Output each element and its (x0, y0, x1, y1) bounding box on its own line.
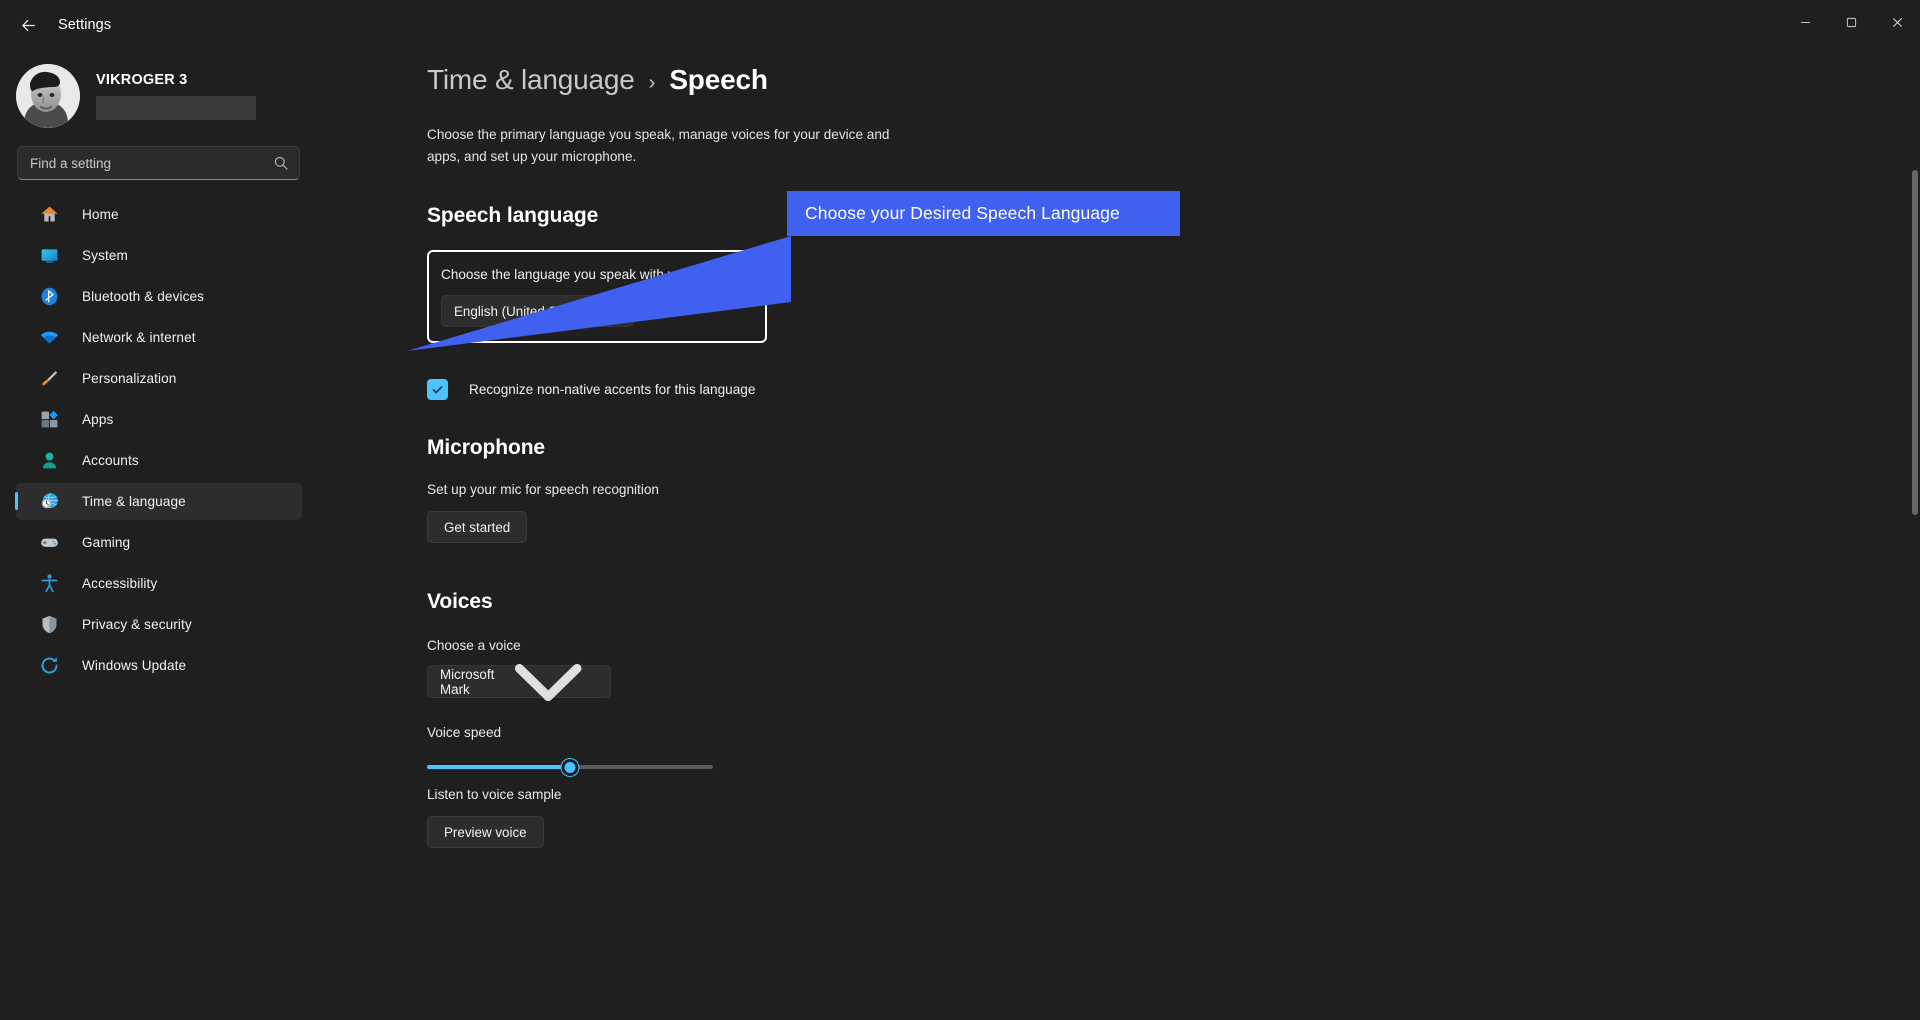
voice-value: Microsoft Mark (440, 666, 495, 697)
checkmark-icon (432, 386, 443, 394)
maximize-button[interactable] (1828, 0, 1874, 44)
accounts-icon (38, 450, 60, 472)
sidebar-item-bluetooth[interactable]: Bluetooth & devices (16, 278, 302, 315)
main-content: Time & language › Speech Choose the prim… (320, 50, 1920, 1020)
sidebar-item-label: Time & language (82, 494, 186, 509)
callout-annotation: Choose your Desired Speech Language (787, 191, 1180, 236)
sidebar-item-label: Accounts (82, 453, 139, 468)
sidebar-nav: Home System Bluetooth & devices Network … (0, 196, 320, 684)
home-icon (38, 204, 60, 226)
page-title: Speech (669, 64, 768, 95)
microphone-heading: Microphone (427, 436, 545, 459)
sidebar-item-accessibility[interactable]: Accessibility (16, 565, 302, 602)
search-icon (274, 156, 288, 170)
sidebar-item-windows-update[interactable]: Windows Update (16, 647, 302, 684)
breadcrumb-parent[interactable]: Time & language (427, 64, 635, 96)
slider-fill (427, 765, 570, 769)
listen-to-voice-sample-label: Listen to voice sample (427, 787, 562, 802)
close-icon (1892, 17, 1902, 27)
minimize-icon (1800, 21, 1810, 23)
sidebar-item-label: Privacy & security (82, 617, 192, 632)
chevron-down-icon (610, 308, 619, 314)
sidebar-item-gaming[interactable]: Gaming (16, 524, 302, 561)
voice-speed-label: Voice speed (427, 725, 502, 740)
preview-voice-button[interactable]: Preview voice (427, 816, 544, 848)
accessibility-icon (38, 573, 60, 595)
sidebar-item-label: System (82, 248, 128, 263)
shield-icon (38, 614, 60, 636)
back-arrow-icon (21, 19, 35, 31)
minimize-button[interactable] (1782, 0, 1828, 44)
gamepad-icon (38, 532, 60, 554)
avatar-photo-icon (16, 64, 80, 128)
voice-speed-slider[interactable] (427, 756, 713, 778)
caption-buttons (1782, 0, 1920, 44)
window-title: Settings (58, 17, 112, 33)
voice-dropdown[interactable]: Microsoft Mark (427, 664, 611, 702)
sidebar-item-label: Network & internet (82, 330, 196, 345)
sidebar-item-label: Apps (82, 412, 114, 427)
speech-language-field-label: Choose the language you speak with your … (441, 267, 738, 282)
breadcrumb: Time & language › Speech (427, 64, 1920, 96)
paintbrush-icon (38, 368, 60, 390)
account-header[interactable]: VIKROGER 3 (0, 50, 320, 132)
speech-language-value: English (United States) (454, 303, 591, 319)
vertical-scrollbar[interactable] (1912, 170, 1918, 515)
sidebar-item-label: Personalization (82, 371, 177, 386)
voices-heading: Voices (427, 590, 493, 613)
search-input[interactable] (18, 155, 299, 171)
sidebar-item-label: Gaming (82, 535, 131, 550)
slider-thumb[interactable] (561, 759, 579, 776)
sidebar-item-home[interactable]: Home (16, 196, 302, 233)
title-bar: Settings (0, 0, 1920, 50)
sidebar-item-personalization[interactable]: Personalization (16, 360, 302, 397)
page-description: Choose the primary language you speak, m… (427, 127, 890, 164)
callout-text: Choose your Desired Speech Language (805, 203, 1120, 223)
apps-icon (38, 409, 60, 431)
recognize-accents-label: Recognize non-native accents for this la… (469, 382, 756, 397)
choose-a-voice-label: Choose a voice (427, 638, 521, 653)
back-button[interactable] (8, 9, 48, 41)
search-box[interactable] (17, 146, 300, 180)
recognize-accents-checkbox[interactable] (427, 379, 448, 400)
search-wrapper (0, 132, 320, 180)
recognize-accents-row[interactable]: Recognize non-native accents for this la… (427, 379, 1920, 400)
system-icon (38, 245, 60, 267)
speech-language-dropdown[interactable]: English (United States) (441, 295, 633, 327)
speech-language-card: Choose the language you speak with your … (427, 250, 767, 343)
microphone-sub-label: Set up your mic for speech recognition (427, 482, 659, 497)
account-email-redacted (96, 96, 256, 120)
sidebar-item-apps[interactable]: Apps (16, 401, 302, 438)
close-button[interactable] (1874, 0, 1920, 44)
account-name: VIKROGER 3 (96, 72, 188, 88)
settings-window: Settings VIKROGER 3 Find a setting Home … (0, 0, 1920, 1020)
restore-icon (1846, 17, 1856, 27)
sidebar-item-label: Home (82, 207, 119, 222)
sidebar-item-network[interactable]: Network & internet (16, 319, 302, 356)
sidebar-item-privacy-and-security[interactable]: Privacy & security (16, 606, 302, 643)
sidebar-item-label: Windows Update (82, 658, 187, 673)
sidebar: VIKROGER 3 Home (0, 50, 320, 1020)
globe-clock-icon (38, 491, 60, 513)
chevron-down-icon (514, 664, 582, 702)
sidebar-item-label: Bluetooth & devices (82, 289, 205, 304)
avatar (16, 64, 80, 128)
account-info: VIKROGER 3 (96, 72, 256, 120)
sidebar-item-system[interactable]: System (16, 237, 302, 274)
get-started-button[interactable]: Get started (427, 511, 528, 543)
network-icon (38, 327, 60, 349)
update-icon (38, 655, 60, 677)
sidebar-item-label: Accessibility (82, 576, 158, 591)
sidebar-item-time-and-language[interactable]: Time & language (15, 483, 302, 520)
sidebar-item-accounts[interactable]: Accounts (16, 442, 302, 479)
bluetooth-icon (38, 286, 60, 308)
breadcrumb-separator-icon: › (648, 72, 656, 94)
